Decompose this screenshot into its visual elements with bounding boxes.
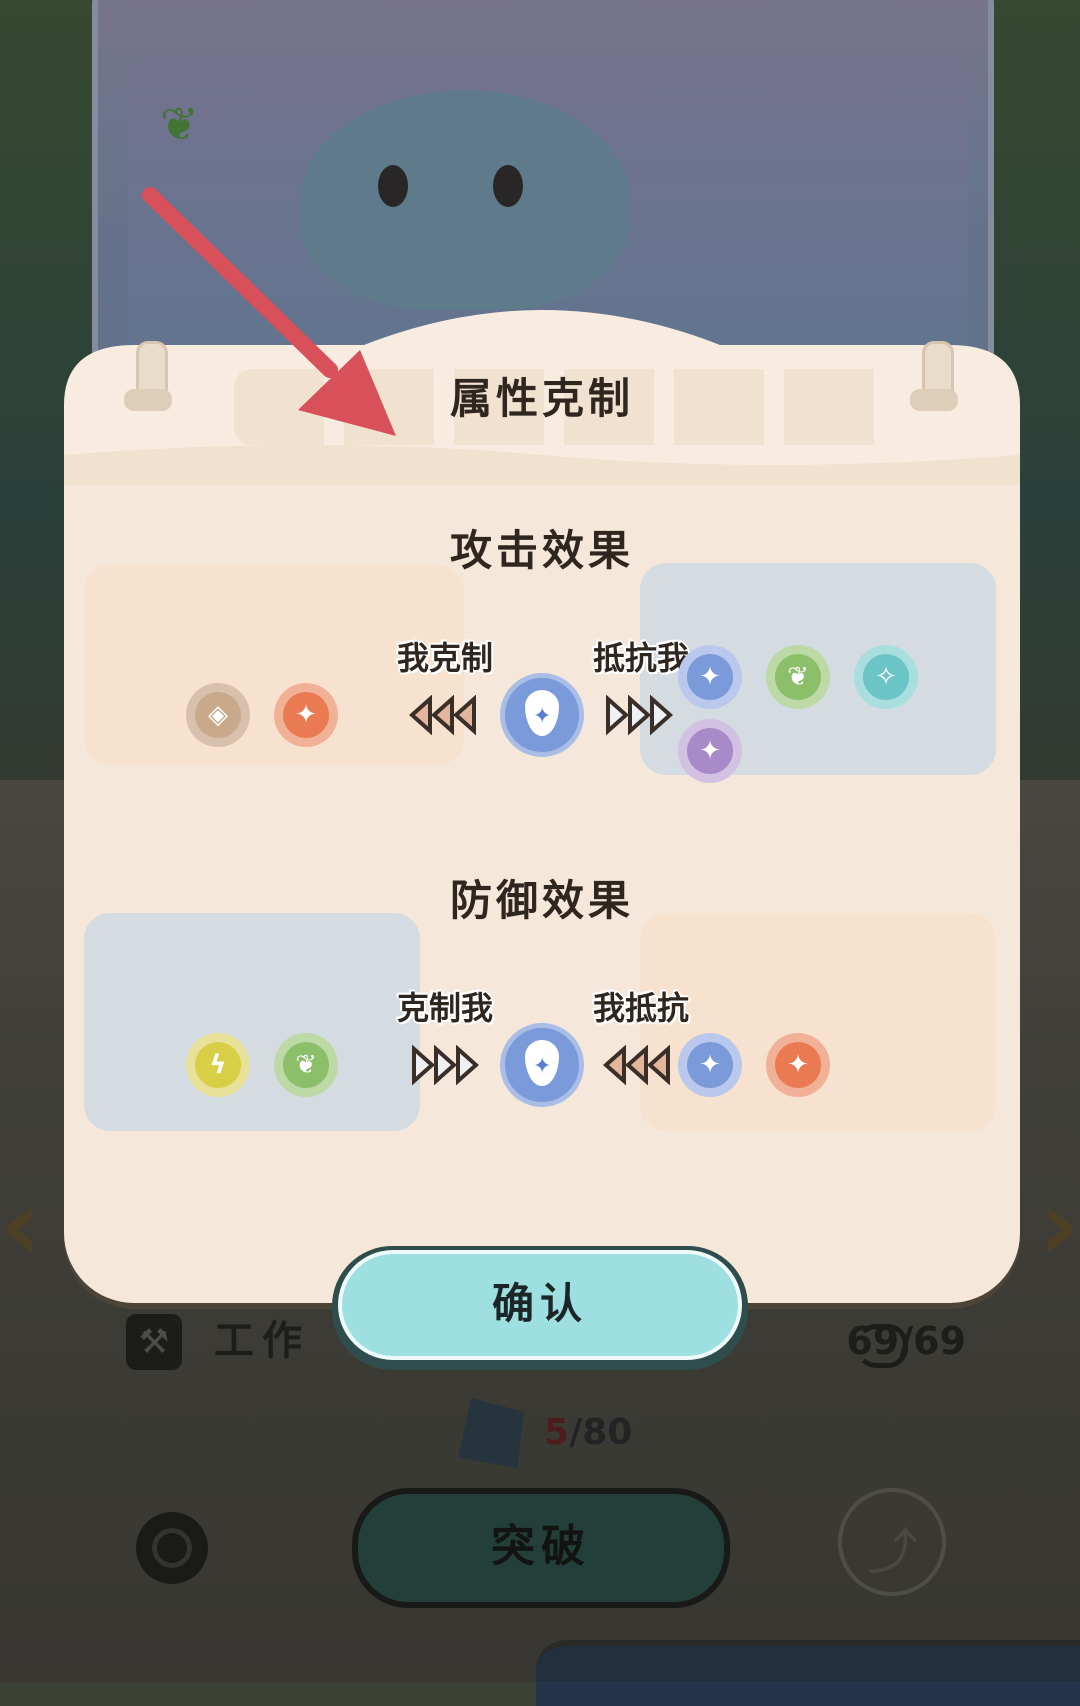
attack-left-label: 我克制 bbox=[396, 639, 493, 677]
confirm-button-label: 确认 bbox=[338, 1250, 742, 1360]
electric-element-icon[interactable]: ϟ bbox=[186, 1033, 250, 1097]
attack-right-chevrons bbox=[606, 695, 674, 735]
dialog-title: 属性克制 bbox=[449, 374, 634, 423]
earth-element-icon[interactable]: ◈ bbox=[186, 683, 250, 747]
water-element-icon-defense[interactable]: ✦ bbox=[678, 1033, 742, 1097]
confirm-button[interactable]: 确认 bbox=[332, 1246, 748, 1370]
center-water-element-icon-defense: ✦ bbox=[500, 1023, 584, 1107]
grass-element-icon-defense[interactable]: ❦ bbox=[274, 1033, 338, 1097]
fire-element-icon[interactable]: ✦ bbox=[274, 683, 338, 747]
defense-right-chevrons bbox=[602, 1045, 670, 1085]
defense-weakness-zone bbox=[84, 913, 420, 1131]
defense-right-label: 我抵抗 bbox=[592, 989, 689, 1027]
dark-element-icon[interactable]: ✦ bbox=[678, 719, 742, 783]
attack-left-chevrons bbox=[408, 695, 476, 735]
defense-left-label: 克制我 bbox=[396, 989, 493, 1027]
defense-left-chevrons bbox=[412, 1045, 480, 1085]
fire-element-icon-defense[interactable]: ✦ bbox=[766, 1033, 830, 1097]
dialog-header: 属性克制 bbox=[64, 305, 1020, 485]
ice-element-icon[interactable]: ✧ bbox=[854, 645, 918, 709]
type-matchup-dialog: 属性克制 攻击效果 我克制 抵抗我 ✦ ◈ ✦ ✦ ❦ ✧ ✦ 防御效果 克制我… bbox=[64, 305, 1020, 1303]
center-water-element-icon: ✦ bbox=[500, 673, 584, 757]
dialog-panel bbox=[64, 365, 1020, 1303]
water-element-icon[interactable]: ✦ bbox=[678, 645, 742, 709]
grass-element-icon[interactable]: ❦ bbox=[766, 645, 830, 709]
